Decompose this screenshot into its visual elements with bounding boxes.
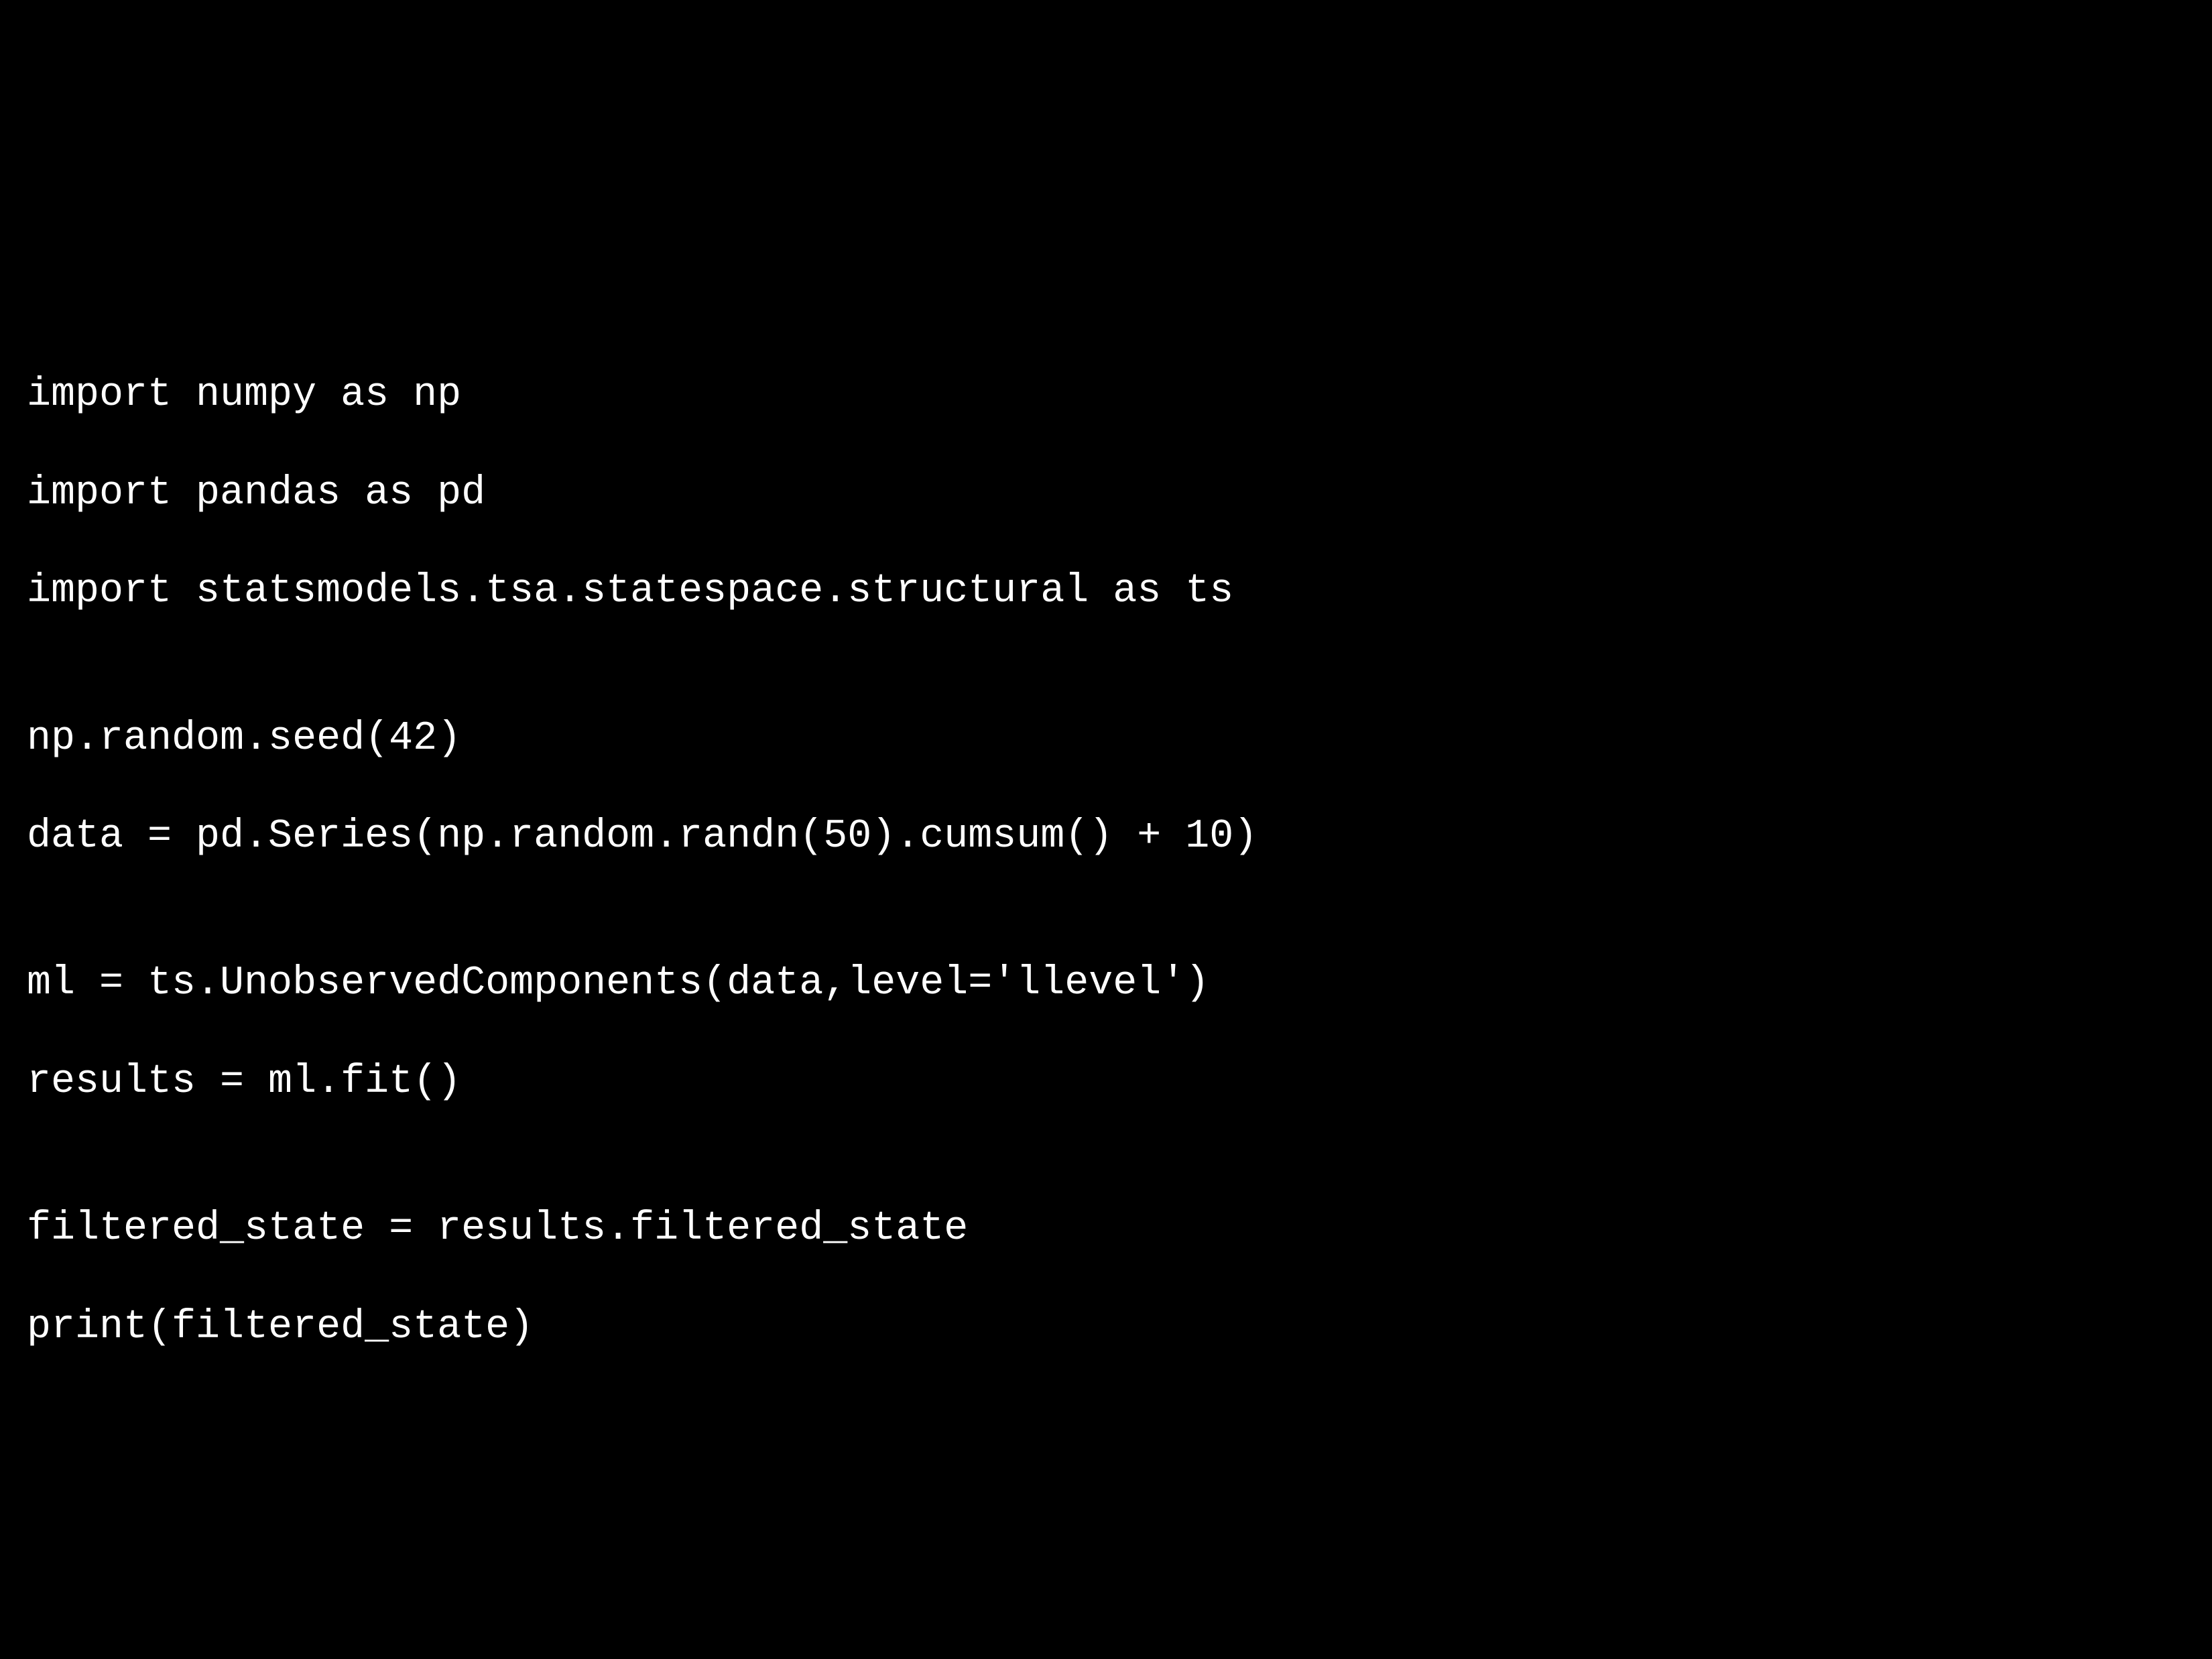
code-line: import numpy as np xyxy=(27,371,1257,420)
code-line: results = ml.fit() xyxy=(27,1058,1257,1107)
code-line: import pandas as pd xyxy=(27,469,1257,518)
code-line: import statsmodels.tsa.statespace.struct… xyxy=(27,567,1257,616)
code-line: filtered_state = results.filtered_state xyxy=(27,1205,1257,1253)
code-line: ml = ts.UnobservedComponents(data,level=… xyxy=(27,959,1257,1008)
code-block: import numpy as np import pandas as pd i… xyxy=(27,322,1257,1401)
code-line: print(filtered_state) xyxy=(27,1303,1257,1352)
code-line: data = pd.Series(np.random.randn(50).cum… xyxy=(27,812,1257,861)
code-line: np.random.seed(42) xyxy=(27,715,1257,763)
